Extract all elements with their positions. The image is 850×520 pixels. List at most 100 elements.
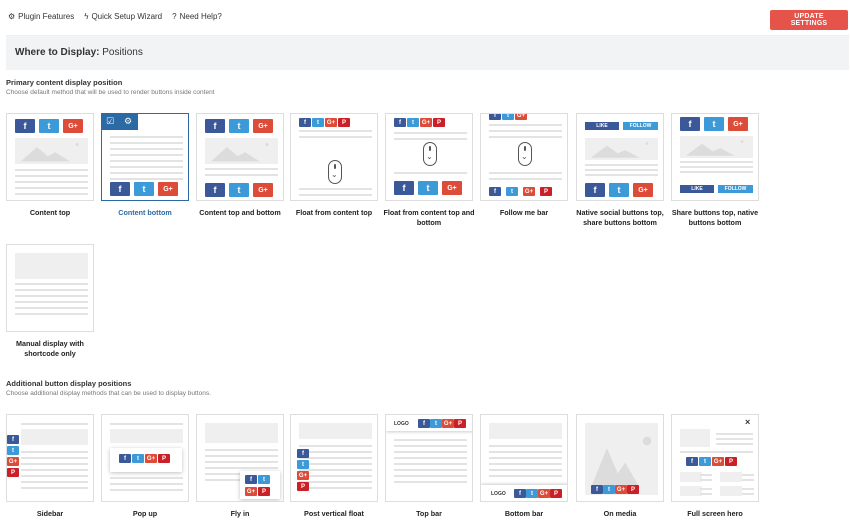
text-line <box>21 469 88 471</box>
facebook-icon: f <box>514 489 526 498</box>
image-placeholder <box>680 136 753 158</box>
position-card[interactable]: × f t G+ P <box>671 414 759 502</box>
google-plus-icon: G+ <box>442 419 454 428</box>
text-line <box>205 168 278 170</box>
need-help-link[interactable]: ? Need Help? <box>172 12 222 21</box>
text-line <box>15 301 88 303</box>
position-card[interactable]: f t G+ LIKE FOLLOW <box>671 113 759 201</box>
position-card[interactable]: f t G+ P <box>101 414 189 502</box>
pinterest-icon: P <box>258 487 270 496</box>
quick-setup-link[interactable]: ϟ Quick Setup Wizard <box>84 12 162 21</box>
position-card[interactable]: LOGO f t G+ P <box>480 414 568 502</box>
google-plus-icon: G+ <box>442 181 462 195</box>
pinterest-icon: P <box>433 118 445 127</box>
text-line <box>394 457 467 459</box>
text-line <box>15 295 88 297</box>
facebook-icon: f <box>299 118 311 127</box>
text-line <box>15 169 88 171</box>
position-card[interactable]: f t G+ <box>6 113 94 201</box>
position-card-label: Content bottom <box>118 208 172 217</box>
text-line <box>489 124 562 126</box>
text-line <box>21 481 88 483</box>
text-line <box>299 457 372 459</box>
position-card[interactable]: f t G+ P ⌄ f t G+ <box>385 113 473 201</box>
chevron-down-icon: ⌄ <box>426 152 433 161</box>
text-line <box>110 160 183 162</box>
question-icon: ? <box>172 12 177 21</box>
text-line <box>205 449 278 451</box>
text-line <box>394 132 467 134</box>
text-line <box>15 193 88 195</box>
mountain-icon <box>20 142 79 162</box>
text-line <box>394 475 467 477</box>
google-plus-icon: G+ <box>63 119 83 133</box>
text-line <box>21 475 88 477</box>
twitter-icon: t <box>229 119 249 133</box>
text-line <box>110 142 183 144</box>
twitter-icon: t <box>229 183 249 197</box>
twitter-icon: t <box>699 457 711 466</box>
google-plus-icon: G+ <box>633 183 653 197</box>
text-line <box>680 171 753 173</box>
section-header: Where to Display: Positions <box>6 35 849 70</box>
text-line <box>394 469 467 471</box>
scroll-mouse-icon: ⌄ <box>518 142 532 166</box>
text-line <box>489 469 562 471</box>
position-card[interactable]: LOGO f t G+ P <box>385 414 473 502</box>
text-line <box>489 130 562 132</box>
text-line <box>680 166 753 168</box>
chevron-down-icon: ⌄ <box>331 170 338 179</box>
text-line <box>15 307 88 309</box>
text-line <box>205 174 278 176</box>
google-plus-icon: G+ <box>325 118 337 127</box>
mountain-icon <box>210 142 269 162</box>
facebook-icon: f <box>297 449 309 458</box>
position-card[interactable]: f t G+ P ⌄ <box>290 113 378 201</box>
position-card[interactable]: f t G+ P <box>6 414 94 502</box>
twitter-icon: t <box>258 475 270 484</box>
text-line <box>585 169 658 171</box>
plugin-features-link[interactable]: ⚙ Plugin Features <box>8 12 74 21</box>
text-line <box>394 172 467 174</box>
position-card[interactable]: LIKE FOLLOW f t G+ <box>576 113 664 201</box>
google-plus-icon: G+ <box>615 485 627 494</box>
text-line <box>15 187 88 189</box>
text-line <box>299 475 372 477</box>
position-card-label: Share buttons top, native buttons bottom <box>671 208 759 227</box>
image-placeholder <box>205 138 278 164</box>
pinterest-icon: P <box>7 468 19 477</box>
position-card[interactable]: f t G+ P <box>290 414 378 502</box>
twitter-icon: t <box>506 187 518 196</box>
position-card-label: Native social buttons top, share buttons… <box>576 208 664 227</box>
position-card[interactable]: f t G+ ⌄ f t G+ P <box>480 113 568 201</box>
logo: LOGO <box>394 421 409 427</box>
position-card[interactable]: f t G+ P <box>196 414 284 502</box>
position-card[interactable] <box>6 244 94 332</box>
position-card[interactable]: f t G+ f t G+ <box>196 113 284 201</box>
like-button: LIKE <box>585 122 619 130</box>
text-line <box>585 164 658 166</box>
twitter-icon: t <box>39 119 59 133</box>
facebook-icon: f <box>394 118 406 127</box>
facebook-icon: f <box>585 183 605 197</box>
image-placeholder <box>205 423 278 443</box>
text-line <box>110 423 183 425</box>
position-card[interactable]: ☑ ⚙ f t G+ <box>101 113 189 201</box>
text-line <box>205 455 278 457</box>
text-line <box>489 445 562 447</box>
text-line <box>680 451 753 453</box>
additional-section-title: Additional button display positions <box>6 379 132 388</box>
text-line <box>21 423 88 425</box>
position-card-label: Sidebar <box>36 509 64 518</box>
text-line <box>299 188 372 190</box>
text-line <box>110 172 183 174</box>
google-plus-icon: G+ <box>158 182 178 196</box>
facebook-icon: f <box>489 187 501 196</box>
primary-section-title: Primary content display position <box>6 78 123 87</box>
page-title-prefix: Where to Display: <box>15 47 100 58</box>
position-card[interactable]: f t G+ P <box>576 414 664 502</box>
twitter-icon: t <box>134 182 154 196</box>
page-title-value: Positions <box>102 47 143 58</box>
position-card-label: Pop up <box>132 509 158 518</box>
update-settings-button[interactable]: UPDATE SETTINGS <box>770 10 848 30</box>
